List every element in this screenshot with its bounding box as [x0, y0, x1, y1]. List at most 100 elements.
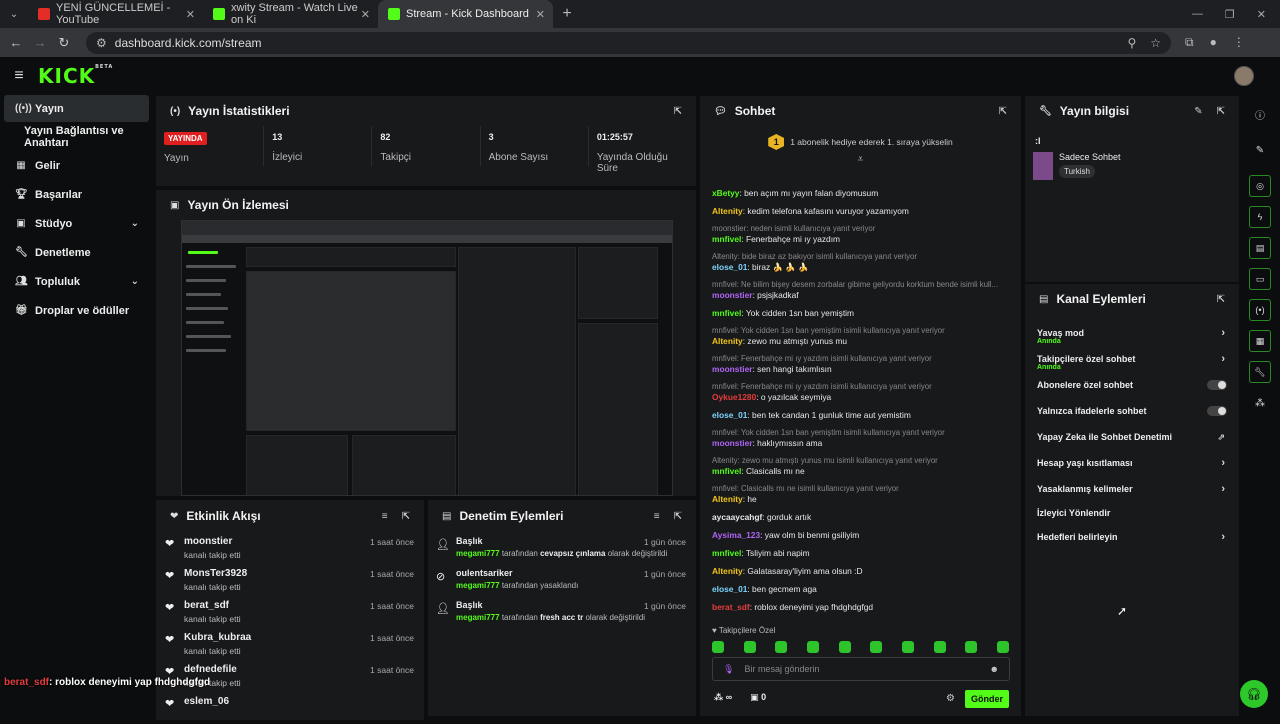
- action-banned-words[interactable]: Yasaklanmış kelimeler ›: [1025, 476, 1239, 502]
- microphone-icon[interactable]: 🎙︎: [723, 664, 734, 675]
- chat-username[interactable]: moonstier: [712, 290, 753, 300]
- chat-username[interactable]: xBetyy: [712, 188, 739, 198]
- emote-icon[interactable]: [806, 641, 819, 653]
- forward-icon[interactable]: →: [28, 35, 52, 50]
- chat-username[interactable]: mnfivel: [712, 548, 741, 558]
- sidebar-item-moderation[interactable]: 🔧︎ Denetleme: [0, 238, 155, 267]
- chat-message[interactable]: mnfivel: Yok cidden 1sn ban yemiştim isi…: [712, 322, 1007, 350]
- chat-message[interactable]: Altenity: kedim telefona kafasını vuruyo…: [712, 202, 1007, 220]
- rail-store-icon[interactable]: ▦: [1249, 330, 1271, 352]
- chat-message[interactable]: Aysima_123: yaw olm bi benmi gsiliyim: [712, 526, 1007, 544]
- rail-bolt-icon[interactable]: ϟ: [1249, 206, 1271, 228]
- reload-icon[interactable]: ↻: [52, 35, 76, 51]
- chat-username[interactable]: moonstier: [712, 438, 753, 448]
- user-avatar[interactable]: [1234, 66, 1254, 86]
- action-slow-mode[interactable]: Yavaş mod Anında ›: [1025, 320, 1239, 346]
- site-info-icon[interactable]: ⚙: [96, 36, 107, 50]
- emote-icon[interactable]: [775, 641, 788, 653]
- list-item[interactable]: ❤ MonsTer3928 kanalı takip etti 1 saat önce: [156, 564, 424, 596]
- action-ai-moderation[interactable]: Yapay Zeka ile Sohbet Denetimi ⇗: [1025, 424, 1239, 450]
- chat-message[interactable]: moonstier: neden isimli kullanıcıya yanı…: [712, 220, 1007, 248]
- sidebar-item-stream[interactable]: ((•)) Yayın: [4, 95, 149, 122]
- chat-username[interactable]: Aysima_123: [712, 530, 760, 540]
- sidebar-item-achievements[interactable]: 🏆︎ Başarılar: [0, 180, 155, 209]
- close-tab-icon[interactable]: ✕: [186, 8, 195, 21]
- chat-username[interactable]: moonstier: [712, 364, 753, 374]
- list-item[interactable]: ❤ Kubra_kubraa kanalı takip etti 1 saat önc…: [156, 628, 424, 660]
- emote-icon[interactable]: [965, 641, 978, 653]
- chat-username[interactable]: Altenity: [712, 336, 743, 346]
- emote-icon[interactable]: [712, 641, 724, 653]
- chat-message[interactable]: xBetyy: ben açım mı yayın falan diyomusu…: [712, 184, 1007, 202]
- emoji-icon[interactable]: ☻: [990, 664, 999, 674]
- list-item[interactable]: 👤︎ Başlık megami777 tarafından cevapsız çı…: [428, 532, 696, 564]
- chat-username[interactable]: elose_01: [712, 262, 747, 272]
- emotes-only-toggle[interactable]: [1207, 406, 1227, 416]
- bookmark-star-icon[interactable]: ☆: [1150, 36, 1161, 50]
- list-item[interactable]: ❤ eslem_06: [156, 692, 424, 724]
- action-followers-only[interactable]: Takipçilere özel sohbet Anında ›: [1025, 346, 1239, 372]
- browser-tab-kick-dashboard[interactable]: Stream - Kick Dashboard ✕: [378, 0, 553, 28]
- chat-input[interactable]: 🎙︎ Bir mesaj gönderin ☻: [712, 657, 1010, 681]
- close-tab-icon[interactable]: ✕: [536, 8, 545, 21]
- edit-pencil-icon[interactable]: ✎: [1194, 106, 1202, 117]
- subscribers-only-toggle[interactable]: [1207, 380, 1227, 390]
- points-counter[interactable]: ▣ 0: [750, 692, 766, 703]
- chat-message[interactable]: berat_sdf: roblox deneyimi yap fhdghdgfg…: [712, 598, 1007, 616]
- info-icon[interactable]: ⓘ: [1249, 103, 1271, 125]
- emote-icon[interactable]: [870, 641, 883, 653]
- chat-username[interactable]: Altenity: [712, 206, 743, 216]
- browser-tab-youtube[interactable]: YENİ GÜNCELLEMEİ - YouTube ✕: [28, 0, 203, 28]
- chat-username[interactable]: berat_sdf: [712, 602, 750, 612]
- gift-leaderboard-banner[interactable]: 11 abonelik hediye ederek 1. sıraya yüks…: [700, 132, 1021, 152]
- channel-points-indicator[interactable]: ⁂ ∞: [714, 692, 732, 703]
- chat-username[interactable]: Altenity: [712, 566, 743, 576]
- chat-username[interactable]: mnfivel: [712, 234, 741, 244]
- emote-icon[interactable]: [933, 641, 946, 653]
- chat-settings-icon[interactable]: ⚙: [946, 693, 955, 704]
- chat-message[interactable]: mnfivel: Clasicalls mı ne isimli kullanı…: [712, 480, 1007, 508]
- rail-camera-icon[interactable]: ◎: [1249, 175, 1271, 197]
- chat-message[interactable]: Altenity: bide biraz az bakıyor isimli k…: [712, 248, 1007, 276]
- filter-icon[interactable]: ≡: [654, 511, 660, 522]
- action-set-goals[interactable]: Hedefleri belirleyin ›: [1025, 524, 1239, 550]
- rail-wrench-icon[interactable]: 🔧︎: [1249, 361, 1271, 383]
- list-item[interactable]: ❤ berat_sdf kanalı takip etti 1 saat önce: [156, 596, 424, 628]
- rail-document-icon[interactable]: ▤: [1249, 237, 1271, 259]
- restore-icon[interactable]: ❐: [1225, 8, 1235, 21]
- chat-message[interactable]: elose_01: ben tek candan 1 gunluk time a…: [712, 406, 1007, 424]
- filter-icon[interactable]: ≡: [382, 511, 388, 522]
- chat-message[interactable]: mnfivel: Yok cidden 1sn ban yemiştim: [712, 304, 1007, 322]
- list-item[interactable]: 👤︎ Başlık megami777 tarafından fresh acc t…: [428, 596, 696, 628]
- chat-message[interactable]: aycaaycahgf: gorduk artık: [712, 508, 1007, 526]
- chat-username[interactable]: mnfivel: [712, 466, 741, 476]
- close-tab-icon[interactable]: ✕: [361, 8, 370, 21]
- rail-broadcast-icon[interactable]: (•): [1249, 299, 1271, 321]
- menu-hamburger-icon[interactable]: ≡: [0, 67, 38, 85]
- chat-message[interactable]: mnfivel: Ne bilim bişey desem zorbalar g…: [712, 276, 1007, 304]
- close-window-icon[interactable]: ✕: [1257, 8, 1266, 21]
- chat-message[interactable]: elose_01: ben gecmem aga: [712, 580, 1007, 598]
- sidebar-item-drops[interactable]: 🎁︎ Droplar ve ödüller: [0, 296, 155, 325]
- popout-icon[interactable]: ⇱: [674, 106, 682, 117]
- emote-icon[interactable]: [743, 641, 756, 653]
- sidebar-item-community[interactable]: 👥︎ Topluluk ⌄: [0, 267, 155, 296]
- chat-message[interactable]: Altenity: zewo mu atmıştı yunus mu isiml…: [712, 452, 1007, 480]
- sidebar-item-revenue[interactable]: ▦ Gelir: [0, 151, 155, 180]
- zoom-icon[interactable]: ⚲: [1127, 36, 1136, 50]
- address-bar[interactable]: ⚙ dashboard.kick.com/stream ⚲ ☆: [86, 31, 1171, 54]
- rail-chat-icon[interactable]: ▭: [1249, 268, 1271, 290]
- chat-username[interactable]: Altenity: [712, 494, 743, 504]
- action-redirect-viewers[interactable]: İzleyici Yönlendir: [1025, 502, 1239, 524]
- stream-preview-video[interactable]: [181, 220, 673, 496]
- emote-icon[interactable]: [996, 641, 1009, 653]
- list-item[interactable]: ❤ moonstier kanalı takip etti 1 saat önce: [156, 532, 424, 564]
- tab-search-button[interactable]: ⌄: [0, 0, 28, 28]
- emote-icon[interactable]: [901, 641, 914, 653]
- minimize-icon[interactable]: —: [1192, 8, 1203, 20]
- back-icon[interactable]: ←: [4, 35, 28, 50]
- chat-message[interactable]: Altenity: Galatasaray'liyim ama olsun :D: [712, 562, 1007, 580]
- popout-icon[interactable]: ⇱: [1217, 294, 1225, 305]
- list-item[interactable]: ⊘ oulentsariker megami777 tarafından yasak…: [428, 564, 696, 596]
- browser-tab-kick-watch[interactable]: xwity Stream - Watch Live on Ki ✕: [203, 0, 378, 28]
